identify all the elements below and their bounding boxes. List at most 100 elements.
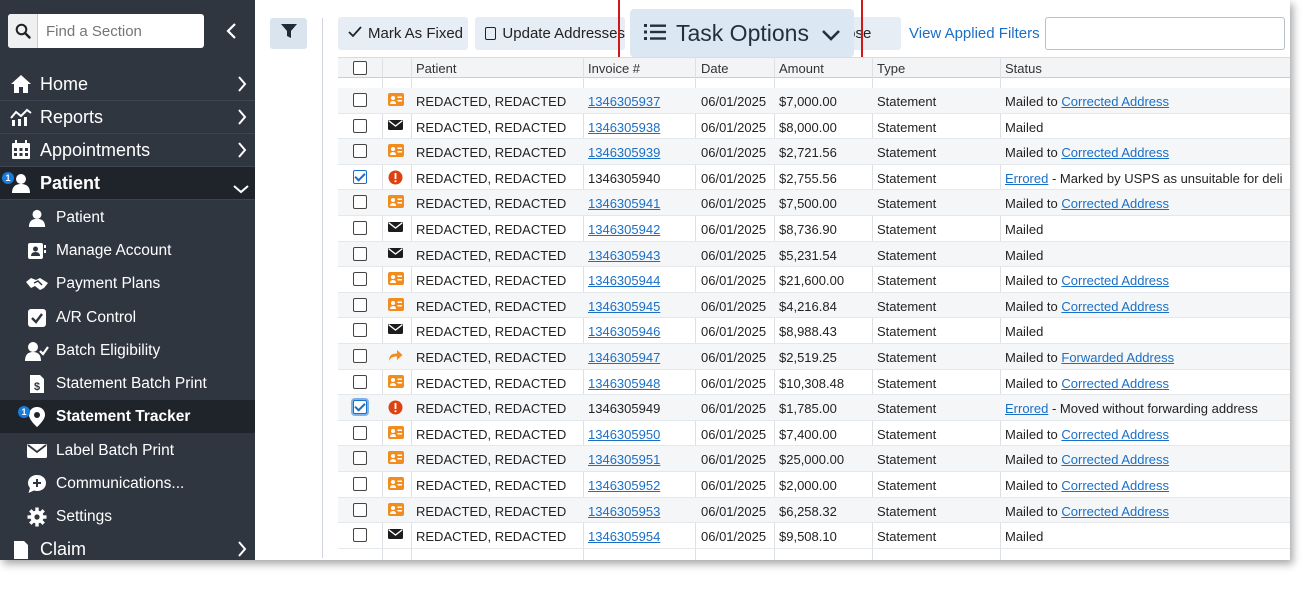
row-checkbox[interactable] <box>353 502 367 517</box>
row-checkbox[interactable] <box>353 272 367 287</box>
status-link[interactable]: Errored <box>1005 171 1048 186</box>
row-checkbox[interactable] <box>353 144 367 159</box>
row-checkbox[interactable] <box>353 93 367 107</box>
row-checkbox[interactable] <box>353 323 367 338</box>
table-row[interactable]: REDACTED, REDACTED 1346305946 06/01/2025 $8… <box>338 318 1290 344</box>
nav-sub-settings[interactable]: Settings <box>0 500 255 533</box>
nav-appointments[interactable]: Appointments <box>0 134 255 167</box>
nav-sub-statement-tracker[interactable]: 1 Statement Tracker <box>0 400 255 433</box>
row-checkbox[interactable] <box>353 349 367 363</box>
table-row[interactable]: REDACTED, REDACTED 1346305951 06/01/2025 $2… <box>338 446 1290 472</box>
nav-sub-label-batch-print[interactable]: Label Batch Print <box>0 434 255 467</box>
invoice-link[interactable]: 1346305950 <box>588 427 660 442</box>
chevron-right-icon <box>237 76 247 97</box>
status-link[interactable]: Corrected Address <box>1061 376 1169 391</box>
table-row[interactable]: REDACTED, REDACTED 1346305941 06/01/2025 $7… <box>338 190 1290 216</box>
update-addresses-button[interactable]: Update Addresses <box>475 17 625 50</box>
section-search[interactable] <box>8 14 204 48</box>
row-checkbox[interactable] <box>353 246 367 261</box>
status-link[interactable]: Corrected Address <box>1061 196 1169 211</box>
column-header-type[interactable]: Type <box>877 61 905 76</box>
nav-home[interactable]: Home <box>0 68 255 101</box>
table-row[interactable]: REDACTED, REDACTED 1346305952 06/01/2025 $2… <box>338 472 1290 498</box>
invoice-link[interactable]: 1346305942 <box>588 222 660 237</box>
invoice-link[interactable]: 1346305948 <box>588 376 660 391</box>
nav-patient[interactable]: 1 Patient <box>0 167 255 200</box>
table-row[interactable]: REDACTED, REDACTED 1346305937 06/01/2025 $7… <box>338 88 1290 114</box>
nav-sub-payment-plans[interactable]: Payment Plans <box>0 267 255 300</box>
invoice-link[interactable]: 1346305947 <box>588 350 660 365</box>
table-row[interactable]: REDACTED, REDACTED 1346305954 06/01/2025 $9… <box>338 523 1290 549</box>
invoice-link[interactable]: 1346305945 <box>588 299 660 314</box>
filter-input[interactable] <box>1045 17 1285 50</box>
table-row[interactable]: REDACTED, REDACTED 1346305940 06/01/2025 $2… <box>338 165 1290 191</box>
invoice-link[interactable]: 1346305951 <box>588 452 660 467</box>
status-link[interactable]: Forwarded Address <box>1061 350 1174 365</box>
table-row[interactable]: REDACTED, REDACTED 1346305950 06/01/2025 $7… <box>338 421 1290 447</box>
invoice-link[interactable]: 1346305937 <box>588 94 660 109</box>
nav-sub-statement-batch-print[interactable]: $ Statement Batch Print <box>0 367 255 400</box>
nav-label: Patient <box>56 208 105 226</box>
table-row[interactable]: REDACTED, REDACTED 1346305939 06/01/2025 $2… <box>338 139 1290 165</box>
nav-sub-communications[interactable]: Communications... <box>0 467 255 500</box>
view-applied-filters-link[interactable]: View Applied Filters <box>909 25 1040 42</box>
invoice-link[interactable]: 1346305939 <box>588 145 660 160</box>
status-link[interactable]: Corrected Address <box>1061 299 1169 314</box>
invoice-link[interactable]: 1346305941 <box>588 196 660 211</box>
status-cell: Mailed to Corrected Address <box>1005 196 1169 211</box>
table-row[interactable]: REDACTED, REDACTED 1346305948 06/01/2025 $1… <box>338 370 1290 396</box>
column-header-patient[interactable]: Patient <box>416 61 456 76</box>
nav-sub-manage-account[interactable]: Manage Account <box>0 234 255 267</box>
invoice-link[interactable]: 1346305938 <box>588 120 660 135</box>
invoice-link[interactable]: 1346305954 <box>588 529 660 544</box>
nav-sub-ar-control[interactable]: A/R Control <box>0 301 255 334</box>
table-row[interactable]: REDACTED, REDACTED 1346305947 06/01/2025 $2… <box>338 344 1290 370</box>
row-checkbox[interactable] <box>353 169 367 184</box>
table-row[interactable]: REDACTED, REDACTED 1346305945 06/01/2025 $4… <box>338 292 1290 319</box>
invoice-link[interactable]: 1346305946 <box>588 324 660 339</box>
row-checkbox[interactable] <box>353 425 367 440</box>
row-checkbox[interactable] <box>353 477 367 491</box>
column-header-status[interactable]: Status <box>1005 61 1042 76</box>
row-checkbox[interactable] <box>353 400 367 415</box>
row-checkbox[interactable] <box>353 451 367 466</box>
table-row[interactable]: REDACTED, REDACTED 1346305949 06/01/2025 $1… <box>338 395 1290 421</box>
envelope-icon <box>24 440 50 462</box>
invoice-link[interactable]: 1346305953 <box>588 504 660 519</box>
row-checkbox[interactable] <box>353 221 367 235</box>
status-link[interactable]: Corrected Address <box>1061 94 1169 109</box>
column-header-date[interactable]: Date <box>701 61 728 76</box>
status-link[interactable]: Corrected Address <box>1061 452 1169 467</box>
invoice-link[interactable]: 1346305944 <box>588 273 660 288</box>
status-link[interactable]: Corrected Address <box>1061 145 1169 160</box>
column-header-amount[interactable]: Amount <box>779 61 824 76</box>
status-link[interactable]: Corrected Address <box>1061 427 1169 442</box>
column-header-invoice[interactable]: Invoice # <box>588 61 640 76</box>
invoice-link[interactable]: 1346305952 <box>588 478 660 493</box>
status-link[interactable]: Errored <box>1005 401 1048 416</box>
search-input[interactable] <box>46 16 196 46</box>
table-row[interactable]: REDACTED, REDACTED 1346305943 06/01/2025 $5… <box>338 241 1290 268</box>
row-checkbox[interactable] <box>353 528 367 543</box>
filter-button[interactable] <box>270 18 307 49</box>
table-row[interactable]: REDACTED, REDACTED 1346305953 06/01/2025 $6… <box>338 497 1290 524</box>
table-row[interactable]: REDACTED, REDACTED 1346305944 06/01/2025 $2… <box>338 267 1290 293</box>
row-checkbox[interactable] <box>353 374 367 389</box>
collapse-sidebar-icon[interactable] <box>218 18 244 44</box>
nav-sub-patient[interactable]: Patient <box>0 201 255 234</box>
select-all-checkbox[interactable] <box>353 61 367 75</box>
nav-reports[interactable]: Reports <box>0 101 255 134</box>
status-link[interactable]: Corrected Address <box>1061 504 1169 519</box>
invoice-link[interactable]: 1346305943 <box>588 248 660 263</box>
nav-sub-batch-eligibility[interactable]: Batch Eligibility <box>0 334 255 367</box>
row-checkbox[interactable] <box>353 297 367 312</box>
status-link[interactable]: Corrected Address <box>1061 273 1169 288</box>
row-checkbox[interactable] <box>353 195 367 210</box>
table-row[interactable]: REDACTED, REDACTED 1346305938 06/01/2025 $8… <box>338 114 1290 140</box>
envelope-icon <box>388 528 404 543</box>
nav-claim[interactable]: Claim <box>0 533 255 560</box>
status-link[interactable]: Corrected Address <box>1061 478 1169 493</box>
row-checkbox[interactable] <box>353 118 367 133</box>
table-row[interactable]: REDACTED, REDACTED 1346305942 06/01/2025 $8… <box>338 216 1290 242</box>
mark-as-fixed-button[interactable]: Mark As Fixed <box>338 17 468 50</box>
